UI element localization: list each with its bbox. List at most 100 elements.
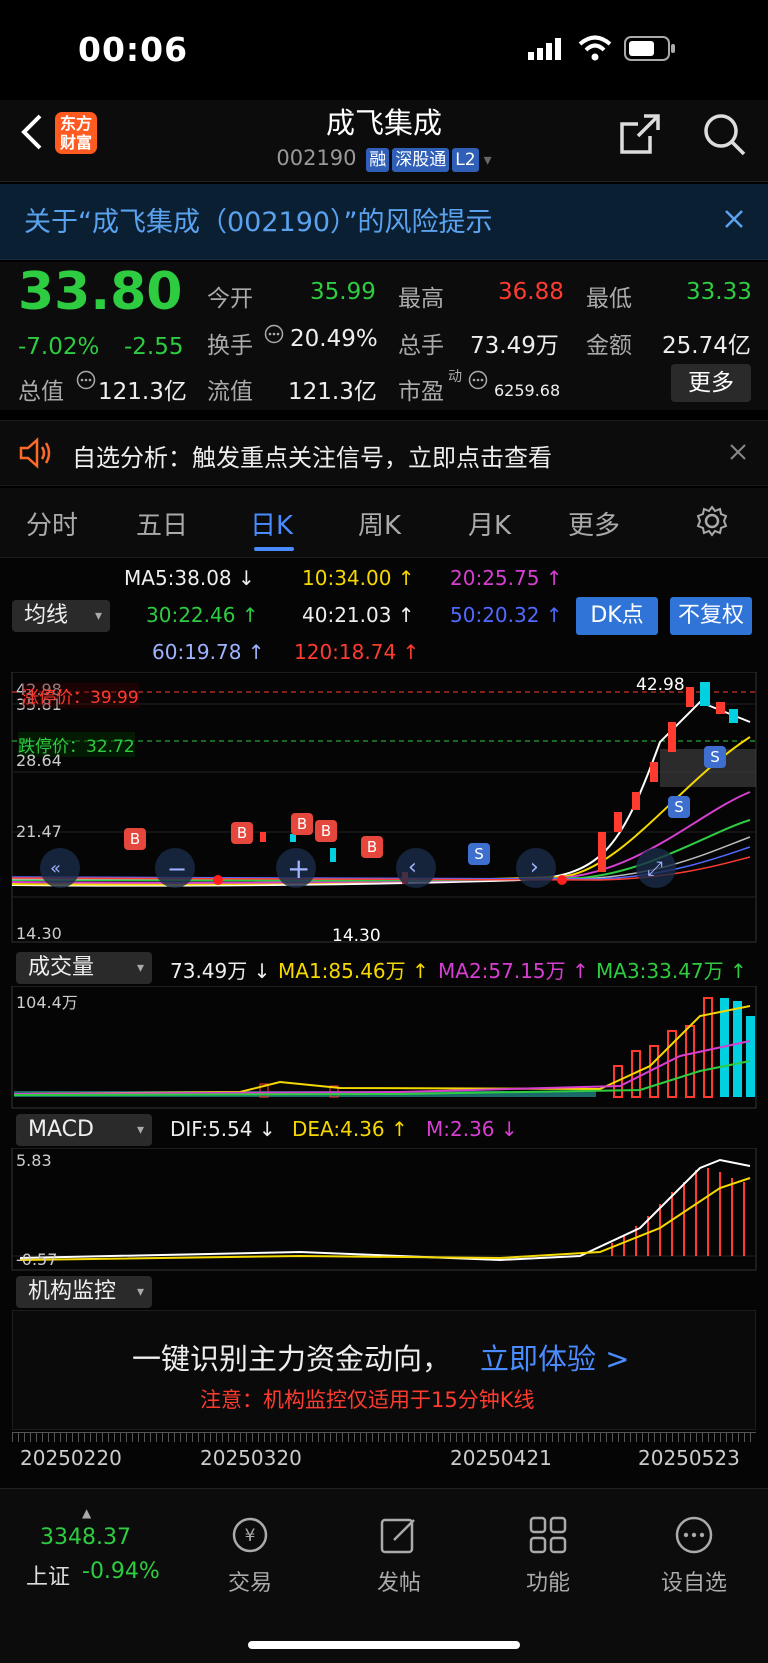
- tab-5day[interactable]: 五日: [136, 505, 188, 542]
- buy-signal-icon[interactable]: B: [231, 822, 253, 844]
- institution-headline: 一键识别主力资金动向，: [132, 1342, 452, 1376]
- battery-icon: [624, 36, 676, 66]
- macd-y-bottom: -0.57: [16, 1250, 58, 1269]
- macd-dif: DIF:5.54 ↓: [170, 1117, 276, 1141]
- institution-note: 注意：机构监控仅适用于15分钟K线: [200, 1388, 535, 1412]
- tab-monthly-k[interactable]: 月K: [468, 505, 511, 542]
- volume-ma3: MA3:33.47万 ↑: [596, 959, 747, 983]
- tag-margin: 融: [366, 148, 390, 172]
- low-label: 最低: [586, 286, 632, 312]
- home-indicator: [248, 1641, 520, 1649]
- ma50-label: 50:20.32 ↑: [450, 603, 563, 627]
- tab-more[interactable]: 更多: [568, 505, 620, 542]
- amount-value: 25.74亿: [662, 333, 751, 359]
- open-value: 35.99: [310, 279, 376, 305]
- ma20-label: 20:25.75 ↑: [450, 566, 563, 590]
- zoom-out-icon[interactable]: −: [167, 855, 187, 883]
- more-info-icon[interactable]: [468, 370, 488, 394]
- fullscreen-icon[interactable]: ⤢: [647, 856, 663, 880]
- high-value: 36.88: [498, 279, 564, 305]
- price-change: -2.55: [124, 334, 184, 360]
- post-icon[interactable]: [378, 1514, 420, 1560]
- ma60-label: 60:19.78 ↑: [152, 640, 265, 664]
- tab-weekly-k[interactable]: 周K: [358, 505, 401, 542]
- ma120-label: 120:18.74 ↑: [294, 640, 420, 664]
- index-name[interactable]: 上证: [26, 1559, 70, 1591]
- scroll-forward-icon[interactable]: ›: [530, 855, 539, 880]
- pe-sup: 动: [448, 369, 462, 385]
- close-icon[interactable]: [724, 209, 744, 233]
- search-icon[interactable]: [702, 112, 746, 160]
- nav-trade[interactable]: 交易: [200, 1565, 300, 1597]
- nav-post[interactable]: 发帖: [349, 1565, 449, 1597]
- sell-signal-icon[interactable]: S: [704, 746, 726, 768]
- scroll-left-icon[interactable]: «: [50, 858, 61, 879]
- volume-ma2: MA2:57.15万 ↑: [438, 959, 589, 983]
- tab-intraday[interactable]: 分时: [26, 505, 78, 542]
- notice-text[interactable]: 自选分析：触发重点关注信号，立即点击查看: [72, 438, 552, 473]
- index-value[interactable]: 3348.37: [40, 1525, 131, 1550]
- buy-signal-icon[interactable]: B: [361, 836, 383, 858]
- wifi-icon: [578, 34, 612, 66]
- macd-dea: DEA:4.36 ↑: [292, 1117, 408, 1141]
- y-axis-label-3: 28.64: [16, 751, 62, 770]
- tab-daily-k[interactable]: 日K: [250, 505, 293, 542]
- speaker-icon: [18, 437, 54, 473]
- macd-dropdown[interactable]: MACD: [16, 1114, 152, 1146]
- close-icon[interactable]: [730, 444, 746, 464]
- status-time: 00:06: [78, 30, 189, 69]
- more-info-icon[interactable]: [76, 370, 96, 394]
- more-info-icon[interactable]: [264, 324, 284, 348]
- float-label: 流值: [207, 379, 253, 405]
- limit-up-price: 涨停价：39.99: [22, 683, 139, 708]
- institution-cta-link[interactable]: 立即体验 >: [480, 1336, 630, 1378]
- share-icon[interactable]: [618, 112, 662, 160]
- kline-chart[interactable]: [0, 672, 768, 944]
- more-button[interactable]: 更多: [671, 364, 751, 402]
- macd-chart[interactable]: [0, 1148, 768, 1272]
- zoom-in-icon[interactable]: +: [287, 852, 310, 885]
- svg-text:¥: ¥: [245, 1526, 256, 1546]
- ma40-label: 40:21.03 ↑: [302, 603, 415, 627]
- no-adjust-button[interactable]: 不复权: [670, 597, 752, 635]
- ma5-label: MA5:38.08 ↓: [124, 566, 255, 590]
- mcap-value: 121.3亿: [98, 379, 187, 405]
- buy-signal-icon[interactable]: B: [291, 813, 313, 835]
- low-value: 33.33: [686, 279, 752, 305]
- expand-up-icon[interactable]: ▲: [82, 1506, 91, 1520]
- ma-dropdown[interactable]: 均线: [12, 600, 110, 632]
- open-label: 今开: [207, 286, 253, 312]
- volume-value: 73.49万: [470, 333, 559, 359]
- institution-dropdown[interactable]: 机构监控: [16, 1276, 152, 1308]
- risk-alert-text[interactable]: 关于“成飞集成（002190）”的风险提示: [24, 200, 493, 239]
- buy-signal-icon[interactable]: B: [315, 820, 337, 842]
- nav-function[interactable]: 功能: [498, 1565, 598, 1597]
- add-watchlist-icon[interactable]: [673, 1514, 715, 1560]
- buy-signal-icon[interactable]: B: [124, 828, 146, 850]
- dk-point-button[interactable]: DK点: [576, 597, 658, 635]
- date-label-3: 20250421: [450, 1446, 552, 1470]
- index-pct[interactable]: -0.94%: [82, 1559, 160, 1584]
- low-price-marker: 14.30: [332, 926, 381, 946]
- turnover-value: 20.49%: [290, 326, 378, 352]
- pe-value: 6259.68: [494, 381, 561, 400]
- ma30-label: 30:22.46 ↑: [146, 603, 259, 627]
- volume-y-label: 104.4万: [16, 993, 78, 1012]
- volume-label: 总手: [398, 333, 444, 359]
- last-price: 33.80: [18, 262, 183, 322]
- function-icon[interactable]: [527, 1514, 569, 1560]
- macd-m: M:2.36 ↓: [426, 1117, 518, 1141]
- volume-dropdown[interactable]: 成交量: [16, 952, 152, 984]
- nav-add-watchlist[interactable]: 设自选: [644, 1565, 744, 1597]
- scroll-back-icon[interactable]: ‹: [408, 855, 417, 880]
- sell-signal-icon[interactable]: S: [668, 796, 690, 818]
- tab-indicator: [254, 547, 294, 551]
- sell-signal-icon[interactable]: S: [468, 843, 490, 865]
- trade-icon[interactable]: ¥: [229, 1514, 271, 1560]
- date-label-1: 20250220: [20, 1446, 122, 1470]
- gear-icon[interactable]: [695, 504, 729, 542]
- date-label-2: 20250320: [200, 1446, 302, 1470]
- volume-chart[interactable]: [0, 986, 768, 1110]
- amount-label: 金额: [586, 333, 632, 359]
- y-axis-label-bottom: 14.30: [16, 924, 62, 943]
